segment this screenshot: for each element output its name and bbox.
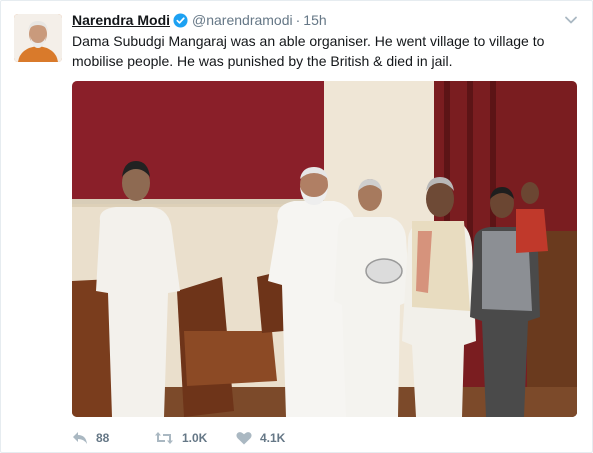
verified-badge-icon: [173, 13, 188, 32]
tweet-card[interactable]: Narendra Modi @narendramodi · 15h Dama Subu…: [0, 0, 593, 453]
tweet-photo[interactable]: [72, 81, 577, 417]
avatar-image: [14, 14, 62, 62]
chevron-down-icon[interactable]: [564, 13, 578, 27]
avatar[interactable]: [14, 14, 62, 62]
tweet-text: Dama Subudgi Mangaraj was an able organi…: [72, 33, 545, 69]
reply-button[interactable]: 88: [72, 431, 154, 445]
tweet-actions: 88 1.0K 4.1K: [72, 429, 316, 447]
reply-count: 88: [96, 431, 110, 445]
like-count: 4.1K: [260, 431, 286, 445]
timestamp[interactable]: 15h: [303, 12, 326, 28]
retweet-button[interactable]: 1.0K: [154, 431, 236, 445]
separator-dot: ·: [295, 12, 301, 28]
photo-image: [72, 81, 577, 417]
like-button[interactable]: 4.1K: [236, 431, 316, 445]
heart-icon: [236, 432, 252, 445]
display-name[interactable]: Narendra Modi: [72, 12, 170, 28]
reply-icon: [73, 432, 87, 444]
tweet-header: Narendra Modi @narendramodi · 15h: [72, 11, 552, 32]
retweet-count: 1.0K: [182, 431, 208, 445]
handle[interactable]: @narendramodi: [192, 12, 293, 28]
retweet-icon: [155, 432, 173, 444]
